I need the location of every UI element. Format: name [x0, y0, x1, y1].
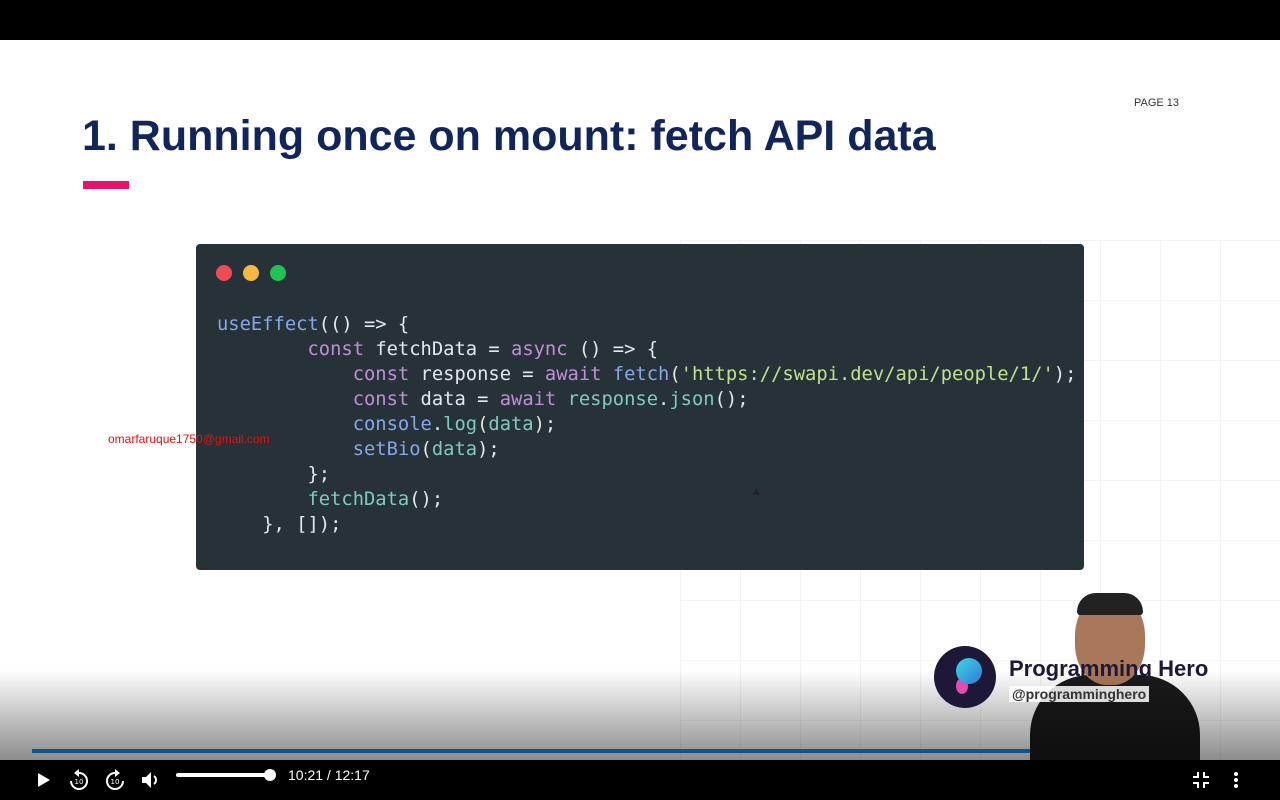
code-line: }; — [217, 462, 1076, 487]
yellow-dot-icon — [243, 265, 259, 281]
code-block: useEffect(() => { const fetchData = asyn… — [217, 312, 1076, 537]
code-token: useEffect — [217, 314, 319, 335]
svg-text:10: 10 — [111, 778, 120, 786]
code-token: const — [352, 389, 410, 410]
code-token: () => { — [567, 339, 659, 360]
code-token: data — [488, 414, 534, 435]
volume-slider[interactable] — [176, 769, 276, 781]
code-token: await — [544, 364, 602, 385]
code-token: ); — [533, 414, 557, 435]
code-token: ( — [420, 439, 432, 460]
exit-fullscreen-button[interactable] — [1189, 768, 1213, 792]
code-token: console — [352, 414, 432, 435]
volume-handle[interactable] — [264, 769, 276, 781]
code-token: response — [567, 389, 659, 410]
code-token: . — [431, 414, 444, 435]
page-number: PAGE 13 — [1134, 97, 1180, 109]
code-token: setBio — [352, 439, 421, 460]
code-token: fetch — [612, 364, 670, 385]
controls-gradient — [0, 670, 1280, 760]
forward-10-icon: 10 — [106, 769, 124, 790]
rewind-10-button[interactable]: 10 — [67, 768, 91, 792]
brand-handle: @programminghero — [1009, 686, 1150, 702]
code-line: useEffect(() => { — [217, 312, 1076, 337]
code-token: json — [669, 389, 715, 410]
programming-hero-logo-icon — [934, 646, 996, 708]
code-token: data = — [409, 389, 500, 410]
code-line: const response = await fetch('https://sw… — [217, 362, 1077, 387]
code-token: (); — [409, 489, 444, 510]
code-token: await — [499, 389, 557, 410]
code-token: (); — [714, 389, 749, 410]
video-frame[interactable]: PAGE 13 1. Running once on mount: fetch … — [0, 40, 1280, 760]
code-token: fetchData = — [364, 339, 512, 360]
time-display: 10:21 / 12:17 — [288, 767, 370, 783]
code-token: }; — [217, 464, 331, 485]
play-button[interactable] — [32, 768, 56, 792]
code-token: const — [307, 339, 365, 360]
code-token: ( — [477, 414, 489, 435]
code-line: }, []); — [217, 512, 1076, 537]
exit-fullscreen-icon — [1193, 772, 1209, 788]
code-token: log — [443, 414, 478, 435]
code-token: ( — [669, 364, 681, 385]
red-dot-icon — [216, 265, 232, 281]
volume-icon — [142, 772, 157, 788]
more-vert-icon — [1234, 772, 1238, 788]
code-window: useEffect(() => { const fetchData = asyn… — [196, 244, 1084, 570]
forward-10-button[interactable]: 10 — [103, 768, 127, 792]
code-token: ); — [477, 439, 500, 460]
code-token: 'https://swapi.dev/api/people/1/' — [680, 364, 1054, 385]
code-token: data — [431, 439, 478, 460]
player-controls: 10 10 10:21 / 12:17 — [0, 760, 1280, 800]
code-token: . — [658, 389, 670, 410]
code-line: setBio(data); — [217, 437, 1076, 462]
code-token: fetchData — [307, 489, 410, 510]
green-dot-icon — [270, 265, 286, 281]
code-line: const fetchData = async () => { — [217, 337, 1076, 362]
slide-title: 1. Running once on mount: fetch API data — [82, 112, 936, 160]
code-line: console.log(data); — [217, 412, 1076, 437]
code-line: fetchData(); — [217, 487, 1076, 512]
code-token: }, []); — [217, 514, 342, 535]
play-icon — [38, 773, 50, 787]
svg-text:10: 10 — [75, 778, 84, 786]
rewind-10-icon: 10 — [70, 769, 88, 790]
watermark-email: omarfaruque1750@gmail.com — [108, 432, 270, 446]
code-token: ); — [1053, 364, 1077, 385]
brand-name: Programming Hero — [1009, 656, 1209, 681]
code-token: (() => { — [318, 314, 410, 335]
code-token: const — [352, 364, 410, 385]
volume-button[interactable] — [139, 768, 163, 792]
code-token: async — [511, 339, 568, 360]
code-token: response = — [409, 364, 545, 385]
code-line: const data = await response.json(); — [217, 387, 1076, 412]
more-options-button[interactable] — [1224, 768, 1248, 792]
title-underline — [83, 181, 129, 189]
